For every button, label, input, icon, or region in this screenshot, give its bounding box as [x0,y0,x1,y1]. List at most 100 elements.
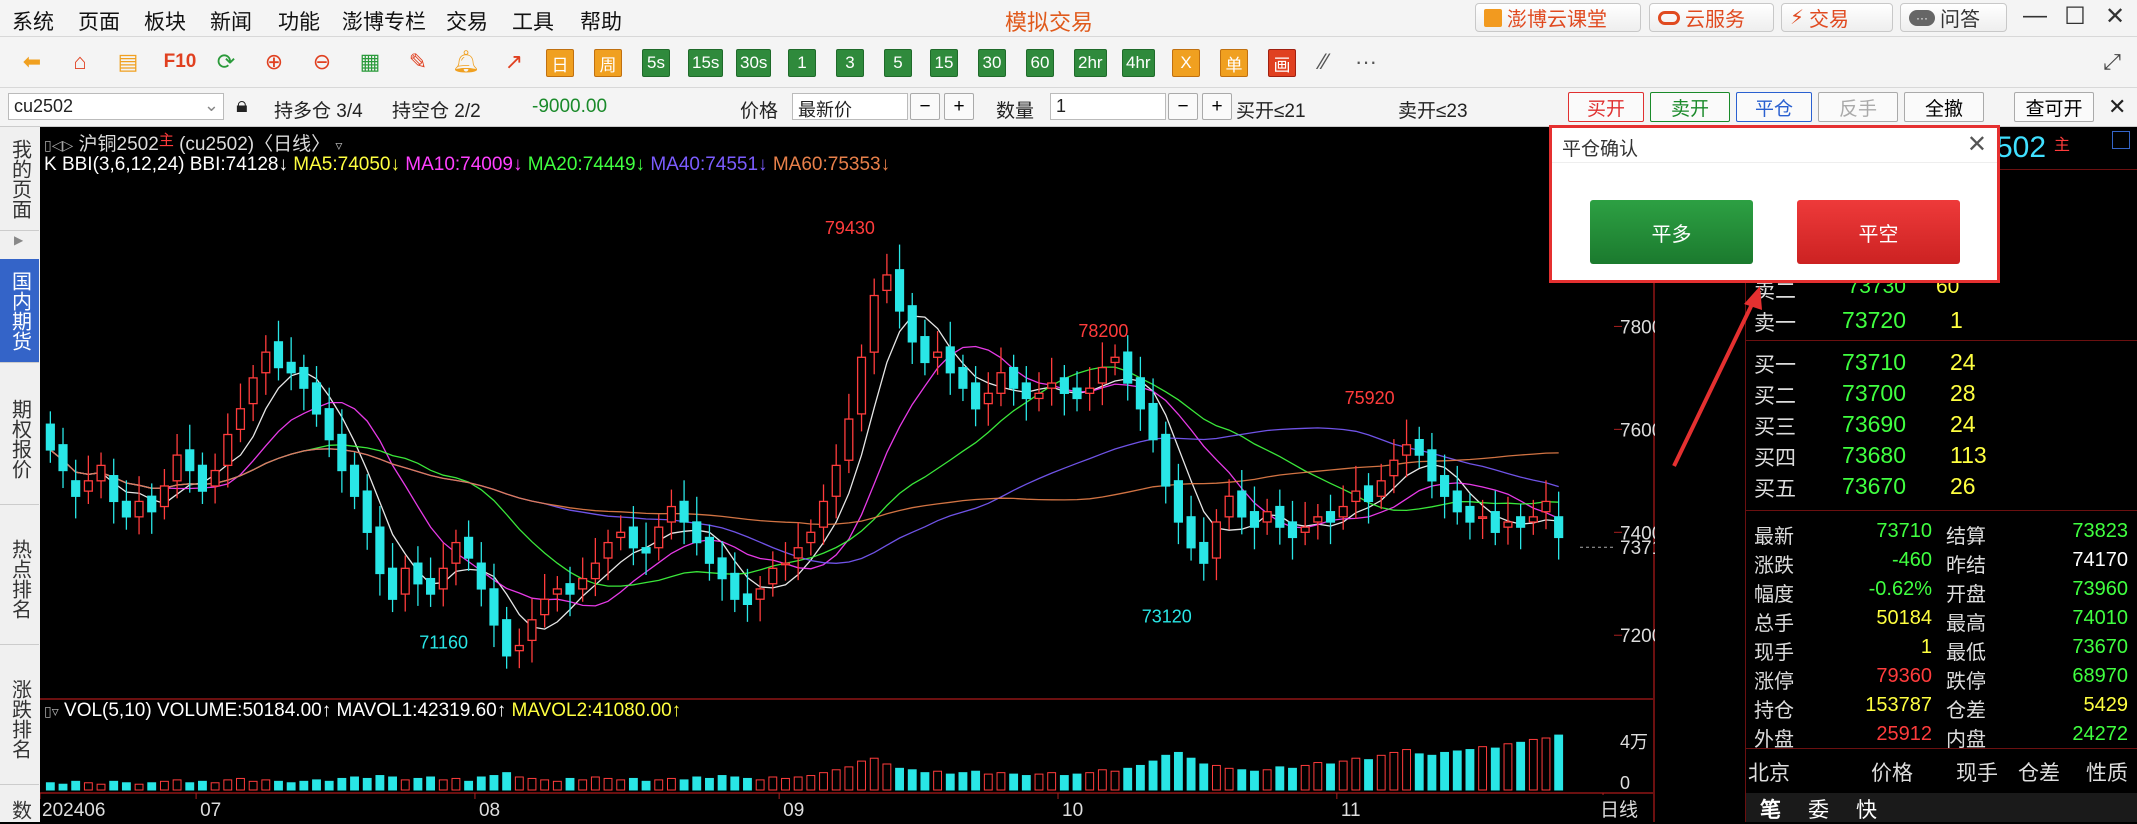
single-button[interactable]: 单 [1220,49,1248,77]
price-type-select[interactable]: 最新价 [792,93,908,120]
pnl-text: -9000.00 [532,96,608,117]
qty-input[interactable]: 1 [1050,93,1166,120]
document-icon[interactable]: ▤ [112,46,144,78]
kline-chart-panel[interactable]: 8000078000760007400072000737104万02024060… [40,127,1655,822]
candle-body [235,408,246,431]
draw-button[interactable]: 画 [1268,49,1296,77]
period-4hr-button[interactable]: 4hr [1122,49,1155,77]
f10-button[interactable]: F10 [160,46,200,78]
period-week-button[interactable]: 周 [594,49,622,77]
bell-icon[interactable]: 🔔︎ [450,46,482,78]
menu-help[interactable]: 帮助 [580,6,622,36]
candle-body [793,547,803,559]
sidebar-tab-partial[interactable]: 数 [0,797,39,822]
home-icon[interactable]: ⌂ [64,46,96,78]
period-day-button[interactable]: 日 [546,49,574,77]
reverse-button[interactable]: 反手 [1818,92,1898,122]
x-tick-label: 202406 [42,800,105,821]
candle-body [1389,459,1399,477]
window-icon[interactable]: ▦ [354,46,386,78]
checkbox-icon[interactable] [2112,131,2130,149]
close-icon[interactable]: ✕ [2098,2,2132,31]
ticks-tab-fast[interactable]: 快 [1856,794,1877,824]
chart-nav-icons[interactable]: ▯◁▷ [44,137,73,153]
cloud-classroom-button[interactable]: 澎博云课堂 [1475,3,1641,32]
price-minus-button[interactable]: − [910,93,940,120]
extreme-price-annotation: 73120 [1142,607,1192,627]
volume-bar [692,776,702,791]
volume-bar [527,777,537,791]
ticks-tab-trades[interactable]: 笔 [1760,794,1781,824]
period-60-button[interactable]: 60 [1026,49,1054,77]
period-5s-button[interactable]: 5s [642,49,670,77]
query-open-button[interactable]: 查可开 [2014,92,2094,122]
zoom-out-icon[interactable]: ⊖ [306,46,338,78]
volume-bar [185,782,195,791]
menu-function[interactable]: 功能 [278,6,320,36]
lock-icon[interactable]: 🔒︎ [236,92,248,118]
pen-icon[interactable]: ✎ [402,46,434,78]
volume-bar [198,780,207,791]
trend-icon[interactable]: ↗ [498,46,530,78]
bid-3-vol: 24 [1950,411,1976,437]
close-position-button[interactable]: 平仓 [1736,92,1812,122]
cancel-all-button[interactable]: 全撤 [1904,92,1984,122]
ticks-tab-orders[interactable]: 委 [1808,794,1829,824]
period-5-button[interactable]: 5 [884,49,912,77]
qa-button[interactable]: ··· 问答 [1900,3,2007,32]
expand-icon[interactable]: ⤢ [2096,46,2128,78]
minimize-icon[interactable]: — [2018,2,2052,30]
symbol-select[interactable]: cu2502 ⌄ [8,93,224,120]
cloud-service-button[interactable]: 云服务 [1649,3,1774,32]
close-long-button[interactable]: 平多 [1590,200,1753,264]
close-short-button[interactable]: 平空 [1797,200,1960,264]
period-1-button[interactable]: 1 [788,49,816,77]
candle-body [1034,392,1044,400]
volume-bar [96,783,106,791]
menu-news[interactable]: 新闻 [210,6,252,36]
candle-body [730,572,740,600]
period-15s-button[interactable]: 15s [688,49,724,77]
back-arrow-icon[interactable]: ⬅ [16,46,48,78]
period-2hr-button[interactable]: 2hr [1074,49,1107,77]
period-15-button[interactable]: 15 [930,49,958,77]
volume-bar [1186,757,1196,791]
buy-open-button[interactable]: 买开 [1568,92,1644,122]
period-x-button[interactable]: X [1172,49,1200,77]
sidebar-tab-domestic-futures[interactable]: 国内期货 [0,259,39,363]
menu-system[interactable]: 系统 [12,6,54,36]
chevron-down-icon[interactable]: ▿ [335,137,342,153]
y-tick-label: 78000 [1620,317,1655,338]
trade-button[interactable]: ⚡ 交易 [1781,3,1893,32]
chart-title-bar: ▯◁▷ 沪铜2502主 (cu2502)〈日线〉 ▿ [44,129,342,156]
menu-page[interactable]: 页面 [78,6,120,36]
close-icon[interactable]: ✕ [2108,94,2126,120]
sidebar-tab-change-ranking[interactable]: 涨跌排名 [0,653,39,785]
more-icon[interactable]: ··· [1350,46,1382,78]
period-30-button[interactable]: 30 [978,49,1006,77]
candle-body [185,449,195,472]
chart-nav-icons[interactable]: ▯▿ [44,703,59,719]
qty-plus-button[interactable]: + [1202,93,1232,120]
sell-open-button[interactable]: 卖开 [1650,92,1730,122]
maximize-icon[interactable]: ☐ [2058,2,2092,31]
zoom-in-icon[interactable]: ⊕ [258,46,290,78]
qty-minus-button[interactable]: − [1168,93,1198,120]
dialog-title: 平仓确认 [1562,139,1639,160]
menu-sector[interactable]: 板块 [144,6,186,36]
menu-column[interactable]: 澎博专栏 [342,6,426,36]
menu-trade[interactable]: 交易 [446,6,488,36]
candle-body [387,567,398,600]
chat-icon: ··· [1909,9,1935,26]
sidebar-tab-my-page[interactable]: 我的页面 [0,127,39,231]
period-3-button[interactable]: 3 [836,49,864,77]
candle-body [844,418,854,461]
menu-tools[interactable]: 工具 [512,6,554,36]
price-plus-button[interactable]: + [944,93,974,120]
close-icon[interactable]: ✕ [1967,130,1987,159]
period-30s-button[interactable]: 30s [736,49,772,77]
refresh-icon[interactable]: ⟳ [210,46,242,78]
sidebar-tab-option-quotes[interactable]: 期权报价 [0,373,39,505]
line-tool-icon[interactable]: ⁄⁄ [1308,46,1340,78]
sidebar-tab-hot-ranking[interactable]: 热点排名 [0,513,39,645]
